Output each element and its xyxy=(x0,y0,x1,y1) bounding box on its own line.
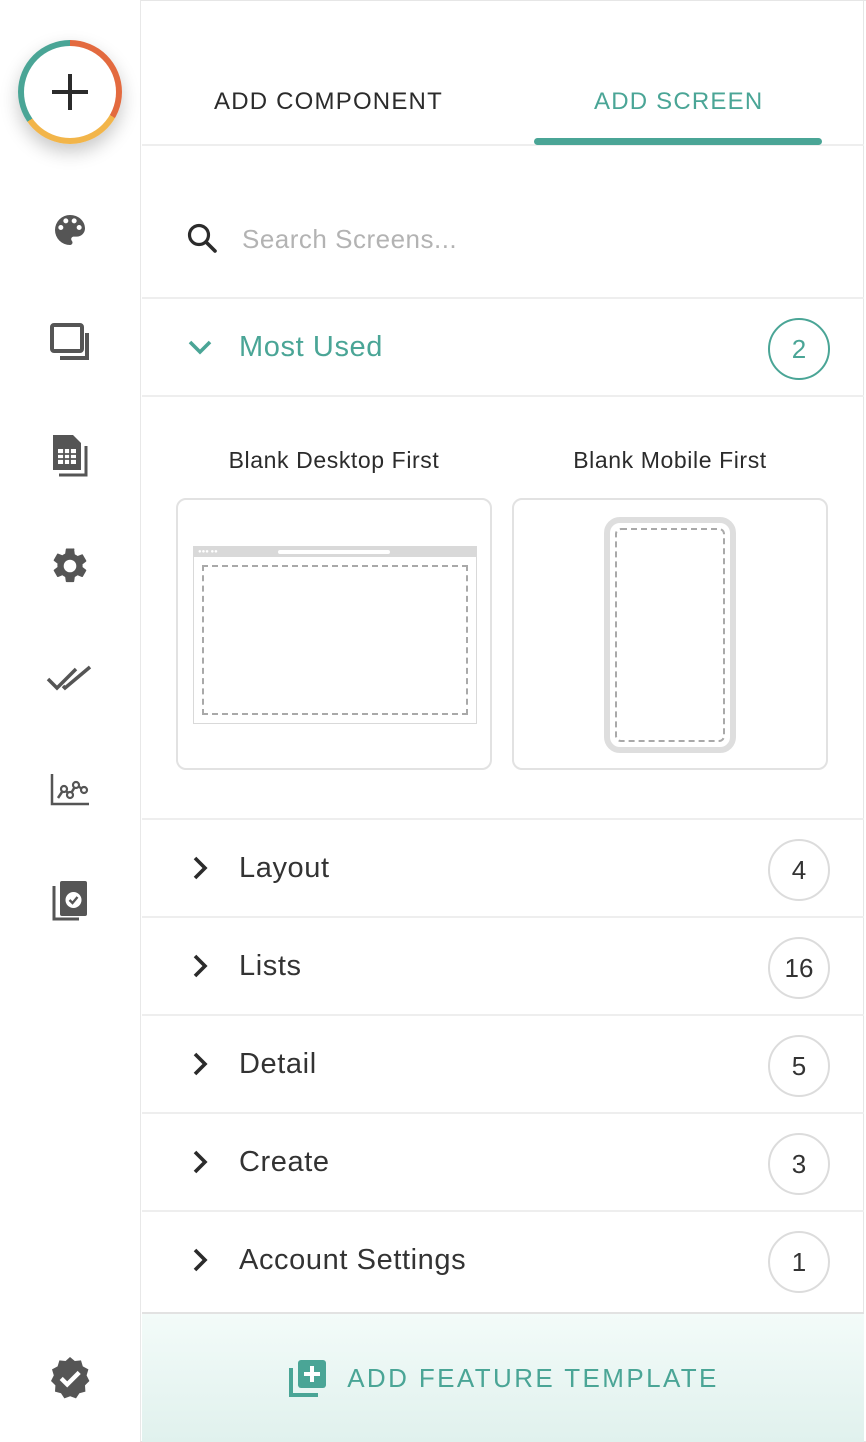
section-label: Most Used xyxy=(239,331,383,363)
theme-nav-button[interactable] xyxy=(45,205,95,255)
verified-icon xyxy=(50,1357,90,1399)
settings-nav-button[interactable] xyxy=(45,541,95,591)
section-label: Create xyxy=(239,1146,330,1178)
section-lists[interactable]: Lists 16 xyxy=(142,918,864,1016)
template-title: Blank Desktop First xyxy=(228,447,440,473)
section-label: Detail xyxy=(239,1048,317,1080)
template-card-mobile[interactable] xyxy=(512,498,828,770)
section-create[interactable]: Create 3 xyxy=(142,1114,864,1212)
add-template-icon xyxy=(289,1360,327,1397)
app-review-icon xyxy=(52,881,87,921)
tab-bar: ADD COMPONENT ADD SCREEN xyxy=(142,0,864,146)
search-icon xyxy=(187,223,217,253)
analytics-icon xyxy=(50,774,89,806)
add-feature-template-label: ADD FEATURE TEMPLATE xyxy=(347,1362,719,1393)
count-badge: 2 xyxy=(768,318,830,380)
data-table-icon xyxy=(53,435,88,477)
add-panel: ADD COMPONENT ADD SCREEN Most Used 2 Bla… xyxy=(142,0,864,1442)
section-account-settings[interactable]: Account Settings 1 xyxy=(142,1212,864,1310)
chevron-down-icon xyxy=(188,340,212,355)
section-label: Account Settings xyxy=(239,1244,467,1276)
chevron-right-icon xyxy=(193,1248,208,1272)
count-badge: 16 xyxy=(768,937,830,999)
add-icon xyxy=(52,74,88,110)
count-badge: 4 xyxy=(768,839,830,901)
analytics-nav-button[interactable] xyxy=(45,765,95,815)
publish-status-button[interactable] xyxy=(45,1353,95,1403)
section-detail[interactable]: Detail 5 xyxy=(142,1016,864,1114)
add-button[interactable] xyxy=(18,40,122,144)
left-rail xyxy=(0,0,141,1442)
section-most-used[interactable]: Most Used 2 xyxy=(142,299,864,397)
chevron-right-icon xyxy=(193,856,208,880)
section-label: Layout xyxy=(239,852,330,884)
search-input[interactable] xyxy=(242,218,802,260)
database-nav-button[interactable] xyxy=(45,430,95,480)
screens-icon xyxy=(50,323,89,360)
section-layout[interactable]: Layout 4 xyxy=(142,820,864,918)
count-badge: 5 xyxy=(768,1035,830,1097)
search-bar xyxy=(142,146,864,299)
screens-nav-button[interactable] xyxy=(45,318,95,368)
active-tab-indicator xyxy=(534,138,822,145)
tab-add-component[interactable]: ADD COMPONENT xyxy=(214,88,443,116)
count-badge: 3 xyxy=(768,1133,830,1195)
chevron-right-icon xyxy=(193,1150,208,1174)
chevron-right-icon xyxy=(193,954,208,978)
gear-icon xyxy=(53,548,87,583)
app-review-nav-button[interactable] xyxy=(45,876,95,926)
double-check-icon xyxy=(46,665,92,691)
template-title: Blank Mobile First xyxy=(573,447,767,473)
section-label: Lists xyxy=(239,950,302,982)
desktop-wireframe: ●●● ●● xyxy=(193,546,477,724)
template-card-desktop[interactable]: ●●● ●● xyxy=(176,498,492,770)
chevron-right-icon xyxy=(193,1052,208,1076)
palette-icon xyxy=(55,215,85,245)
mobile-wireframe xyxy=(604,517,736,753)
tab-add-screen[interactable]: ADD SCREEN xyxy=(594,88,763,116)
count-badge: 1 xyxy=(768,1231,830,1293)
checklist-nav-button[interactable] xyxy=(45,654,95,704)
add-feature-template-button[interactable]: ADD FEATURE TEMPLATE xyxy=(142,1312,864,1442)
template-cards: Blank Desktop First Blank Mobile First ●… xyxy=(142,397,864,820)
